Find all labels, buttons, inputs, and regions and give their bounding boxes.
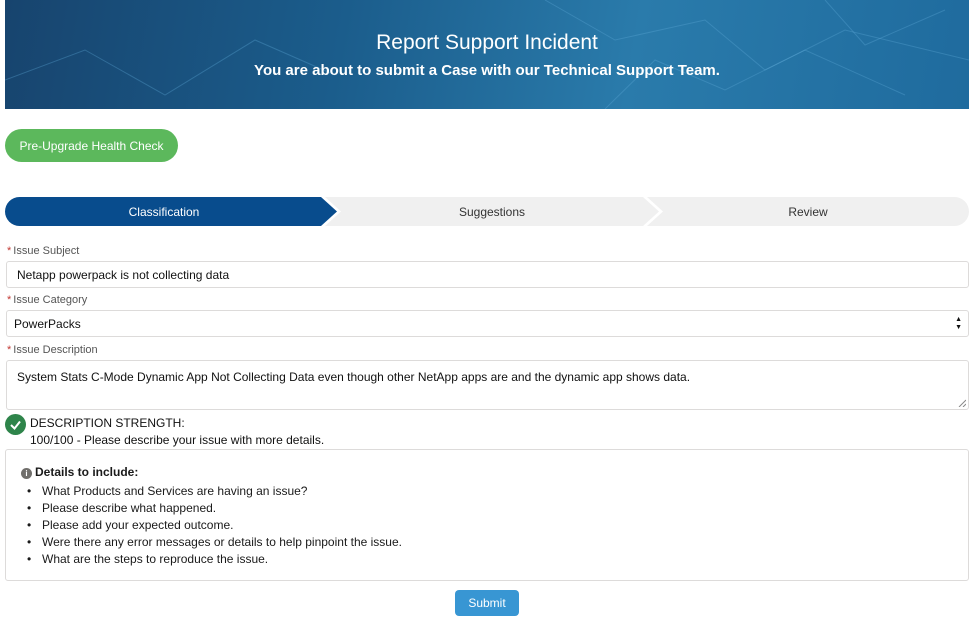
list-item: What are the steps to reproduce the issu… — [22, 551, 402, 568]
description-strength-title: DESCRIPTION STRENGTH: — [30, 416, 185, 430]
step-suggestions[interactable]: Suggestions — [325, 197, 659, 226]
header-banner: Report Support Incident You are about to… — [5, 0, 969, 109]
select-arrows-icon: ▲ ▼ — [955, 316, 962, 331]
resize-handle-icon[interactable] — [958, 399, 966, 407]
page-title: Report Support Incident — [376, 31, 598, 54]
page-subtitle: You are about to submit a Case with our … — [254, 62, 720, 79]
description-strength-score: 100/100 - Please describe your issue wit… — [30, 433, 325, 447]
step-review[interactable]: Review — [647, 197, 969, 226]
list-item: Were there any error messages or details… — [22, 534, 402, 551]
details-title: Details to include: — [35, 465, 139, 479]
list-item: Please add your expected outcome. — [22, 517, 402, 534]
list-item: What Products and Services are having an… — [22, 483, 402, 500]
issue-category-label: * Issue Category — [7, 294, 88, 306]
required-marker: * — [7, 294, 12, 306]
issue-category-select[interactable]: PowerPacks ▲ ▼ — [6, 310, 969, 337]
issue-category-value: PowerPacks — [14, 316, 81, 331]
issue-description-value: System Stats C-Mode Dynamic App Not Coll… — [17, 370, 691, 384]
pre-upgrade-health-check-button[interactable]: Pre-Upgrade Health Check — [5, 129, 178, 162]
required-marker: * — [7, 245, 12, 257]
step-classification[interactable]: Classification — [5, 197, 337, 226]
issue-description-label: * Issue Description — [7, 344, 98, 356]
issue-subject-input[interactable]: Netapp powerpack is not collecting data — [6, 261, 969, 288]
required-marker: * — [7, 344, 12, 356]
issue-subject-value: Netapp powerpack is not collecting data — [17, 267, 230, 282]
issue-subject-label: * Issue Subject — [7, 245, 80, 257]
check-circle-icon — [5, 414, 26, 435]
list-item: Please describe what happened. — [22, 500, 402, 517]
submit-button[interactable]: Submit — [455, 590, 519, 616]
info-icon: i — [21, 468, 32, 479]
issue-description-textarea[interactable]: System Stats C-Mode Dynamic App Not Coll… — [6, 360, 969, 410]
progress-steps: Classification Suggestions Review — [5, 197, 969, 226]
details-to-include-panel: i Details to include: What Products and … — [5, 449, 969, 581]
details-list: What Products and Services are having an… — [22, 483, 402, 568]
